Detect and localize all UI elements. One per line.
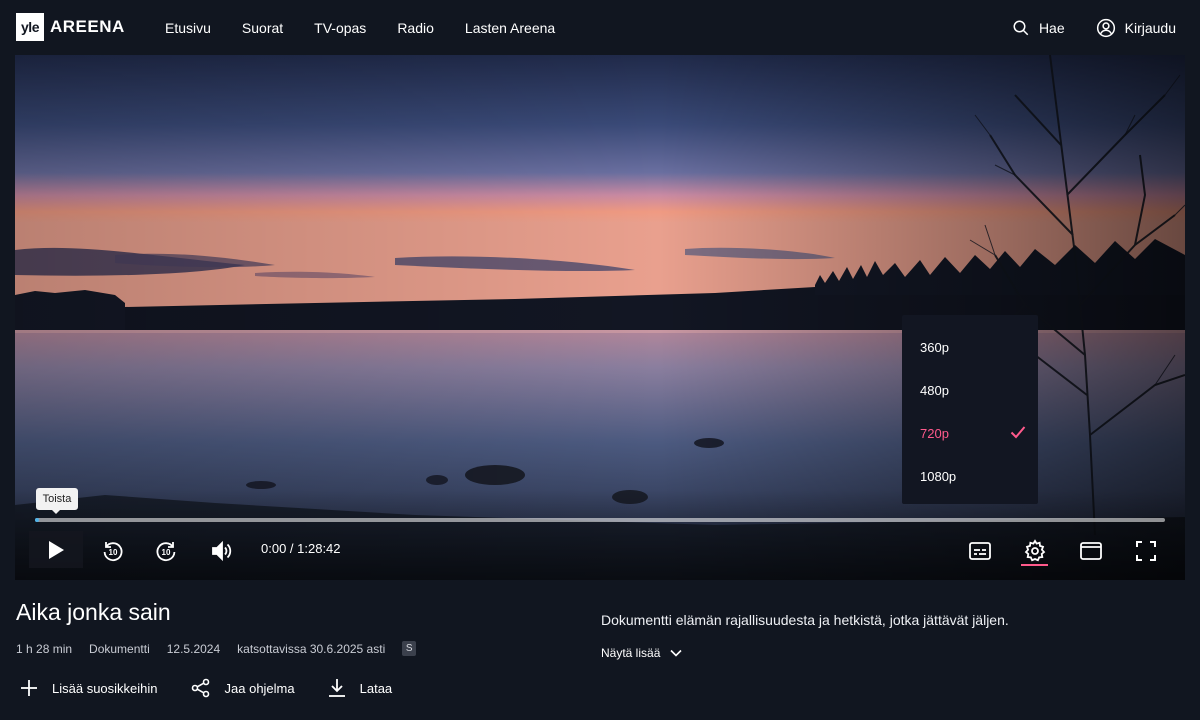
forward-10-button[interactable]: 10 [151,533,181,569]
fullscreen-button[interactable] [1131,533,1161,569]
program-description: Dokumentti elämän rajallisuudesta ja het… [601,612,1009,628]
rewind-10-icon: 10 [103,542,123,562]
rewind-10-button[interactable]: 10 [98,533,128,569]
program-date: 12.5.2024 [166,641,221,656]
play-tooltip: Toista [36,488,78,514]
settings-gear-icon [1024,539,1046,562]
volume-icon [212,540,232,562]
download-label: Lataa [359,680,393,696]
time-display: 0:00 / 1:28:42 [261,541,341,556]
program-genre: Dokumentti [89,641,150,656]
quality-option-480p[interactable]: 480p [902,369,1038,412]
quality-option-720p-label: 720p [920,426,949,441]
main-nav: Etusivu Suorat TV-opas Radio Lasten Aree… [165,0,586,55]
progress-fill [35,518,39,522]
login-label: Kirjaudu [1124,19,1176,36]
add-favorite-button[interactable]: Lisää suosikkeihin [20,679,158,697]
share-label: Jaa ohjelma [224,680,295,696]
subtitles-icon [969,542,991,560]
top-right-actions: Hae Kirjaudu [981,0,1176,55]
program-duration: 1 h 28 min [16,641,73,656]
chevron-down-icon [670,649,682,657]
yle-areena-logo[interactable]: yle AREENA [16,13,125,41]
volume-button[interactable] [206,533,236,569]
quality-menu: 360p 480p 720p 1080p [902,315,1038,504]
forward-10-icon: 10 [156,542,176,562]
download-button[interactable]: Lataa [328,678,393,698]
share-icon [191,678,209,698]
plus-icon [21,680,37,696]
top-navigation: yle AREENA Etusivu Suorat TV-opas Radio … [0,0,1200,55]
quality-option-360p[interactable]: 360p [902,326,1038,369]
program-availability: katsottavissa 30.6.2025 asti [237,641,386,656]
age-rating-badge: S [402,641,417,656]
nav-item-etusivu[interactable]: Etusivu [165,20,211,36]
subtitles-button[interactable] [965,533,995,569]
yle-logo-mark: yle [16,13,44,41]
program-actions: Lisää suosikkeihin Jaa ohjelma Lataa [20,678,425,698]
share-button[interactable]: Jaa ohjelma [191,678,295,698]
user-icon [1096,18,1115,37]
nav-item-suorat[interactable]: Suorat [242,20,283,36]
add-favorite-label: Lisää suosikkeihin [52,680,158,696]
progress-bar[interactable] [35,518,1165,522]
theater-mode-button[interactable] [1076,533,1106,569]
settings-active-indicator [1021,564,1048,566]
nav-item-radio[interactable]: Radio [397,20,434,36]
areena-logo-text: AREENA [50,17,125,36]
svg-text:10: 10 [162,548,171,557]
search-label: Hae [1038,19,1065,36]
search-icon [1013,20,1029,35]
program-title: Aika jonka sain [16,599,171,625]
show-more-label: Näytä lisää [601,646,661,660]
quality-option-720p[interactable]: 720p [902,412,1038,455]
video-player[interactable]: 360p 480p 720p 1080p Toista 10 10 0:00 /… [15,55,1185,580]
fullscreen-icon [1136,541,1156,561]
svg-text:10: 10 [109,548,118,557]
nav-item-tv-opas[interactable]: TV-opas [314,20,366,36]
show-more-button[interactable]: Näytä lisää [601,646,682,660]
program-meta: 1 h 28 min Dokumentti 12.5.2024 katsotta… [16,641,417,656]
theater-mode-icon [1080,542,1102,560]
download-icon [328,679,345,697]
search-button[interactable]: Hae [1012,19,1065,37]
play-button[interactable] [29,531,83,568]
login-button[interactable]: Kirjaudu [1096,18,1176,38]
play-icon [49,540,64,559]
checkmark-icon [1010,426,1026,439]
quality-option-1080p[interactable]: 1080p [902,455,1038,498]
nav-item-lasten-areena[interactable]: Lasten Areena [465,20,555,36]
